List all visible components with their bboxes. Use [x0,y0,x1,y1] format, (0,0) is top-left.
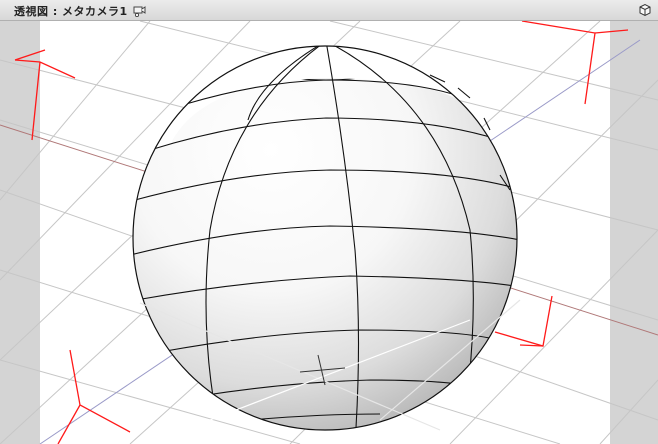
camera-settings-icon[interactable] [132,4,146,17]
viewport-titlebar: 透視図 : メタカメラ1 [0,0,658,21]
perspective-viewport[interactable] [0,21,658,444]
view-cube-icon[interactable] [638,3,652,17]
viewport-title: 透視図 : メタカメラ1 [14,5,128,18]
